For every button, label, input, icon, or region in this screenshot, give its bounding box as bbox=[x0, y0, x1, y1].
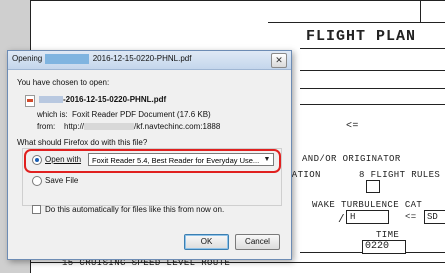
chosen-to-open-label: You have chosen to open: bbox=[17, 78, 110, 87]
open-with-label[interactable]: Open with bbox=[45, 155, 81, 164]
doc-slash: / bbox=[338, 214, 346, 226]
doc-border-right bbox=[420, 0, 421, 22]
doc-rule-5 bbox=[300, 104, 445, 105]
doc-originator: AND/OR ORIGINATOR bbox=[302, 154, 401, 164]
doc-time-label: TIME bbox=[376, 230, 400, 240]
auto-checkbox[interactable] bbox=[32, 205, 41, 214]
which-is-value: Foxit Reader PDF Document (17.6 KB) bbox=[72, 110, 211, 119]
auto-label[interactable]: Do this automatically for files like thi… bbox=[45, 205, 224, 214]
doc-rule-3 bbox=[300, 70, 445, 71]
file-name: -2016-12-15-0220-PHNL.pdf bbox=[39, 95, 166, 104]
dialog-title-prefix: Opening bbox=[12, 54, 43, 64]
from-value-prefix: http:// bbox=[64, 122, 85, 131]
save-file-label[interactable]: Save File bbox=[45, 176, 78, 185]
dialog-title-suffix: 2016-12-15-0220-PHNL.pdf bbox=[92, 54, 192, 64]
doc-rule-1 bbox=[268, 22, 445, 23]
doc-lt: <= bbox=[405, 212, 417, 222]
open-with-value: Foxit Reader 5.4, Best Reader for Everyd… bbox=[92, 156, 260, 165]
sd-field: SD bbox=[424, 210, 445, 224]
redacted-block bbox=[45, 54, 90, 64]
opening-file-dialog: Opening 2016-12-15-0220-PHNL.pdf ✕ You h… bbox=[7, 50, 292, 260]
save-file-radio[interactable] bbox=[32, 176, 42, 186]
doc-wake-turbulence: WAKE TURBULENCE CAT bbox=[312, 200, 423, 210]
close-icon[interactable]: ✕ bbox=[271, 53, 287, 68]
ok-button[interactable]: OK bbox=[184, 234, 229, 250]
from-value: http:// /kf.navtechinc.com:1888 bbox=[64, 122, 220, 131]
file-name-text: -2016-12-15-0220-PHNL.pdf bbox=[63, 95, 167, 104]
flight-rules-box bbox=[366, 180, 380, 193]
doc-rule-2 bbox=[300, 48, 445, 49]
dialog-title: Opening 2016-12-15-0220-PHNL.pdf bbox=[12, 54, 191, 64]
which-is-label: which is: bbox=[37, 110, 68, 119]
pdf-file-icon bbox=[25, 95, 35, 107]
dialog-titlebar[interactable]: Opening 2016-12-15-0220-PHNL.pdf ✕ bbox=[8, 51, 291, 70]
question-label: What should Firefox do with this file? bbox=[17, 138, 148, 147]
from-label: from: bbox=[37, 122, 56, 131]
cancel-button[interactable]: Cancel bbox=[235, 234, 280, 250]
from-value-suffix: /kf.navtechinc.com:1888 bbox=[134, 122, 221, 131]
doc-rule-4 bbox=[300, 88, 445, 89]
open-with-radio[interactable] bbox=[32, 155, 42, 165]
open-with-select[interactable]: Foxit Reader 5.4, Best Reader for Everyd… bbox=[88, 153, 274, 166]
redacted-block bbox=[84, 123, 135, 131]
flight-plan-title: FLIGHT PLAN bbox=[306, 28, 417, 45]
doc-flight-rules: 8 FLIGHT RULES bbox=[359, 170, 441, 180]
chevron-down-icon[interactable]: ▼ bbox=[262, 154, 272, 165]
redacted-block bbox=[39, 96, 63, 104]
doc-arrow: <= bbox=[346, 121, 359, 132]
doc-border-top bbox=[30, 0, 445, 1]
time-field: 0220 bbox=[362, 240, 406, 254]
wake-turbulence-field: H bbox=[346, 210, 389, 224]
